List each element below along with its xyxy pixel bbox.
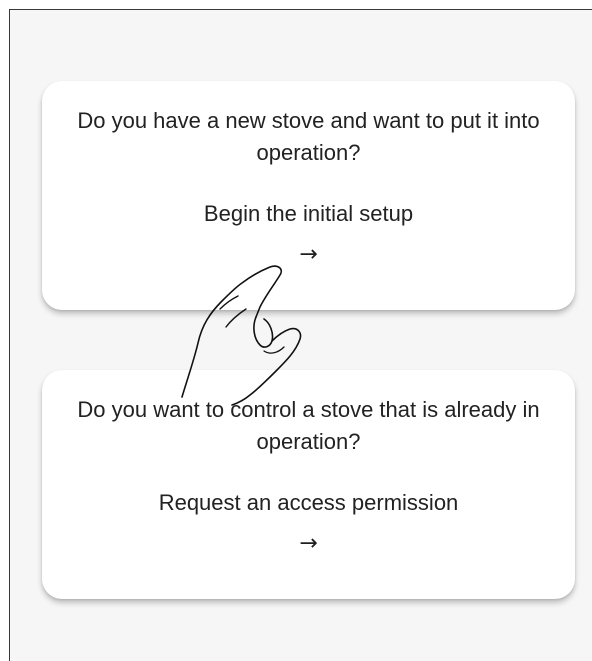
begin-initial-setup-label: Begin the initial setup	[203, 201, 414, 226]
access-permission-card[interactable]: Do you want to control a stove that is a…	[42, 370, 575, 599]
new-stove-question: Do you have a new stove and want to put …	[77, 108, 540, 165]
arrow-right-icon[interactable]: →	[42, 530, 575, 558]
request-access-permission-label: Request an access permission	[158, 490, 459, 515]
screen-frame: Do you have a new stove and want to put …	[9, 9, 592, 661]
initial-setup-card[interactable]: Do you have a new stove and want to put …	[42, 81, 575, 310]
existing-stove-question: Do you want to control a stove that is a…	[77, 397, 540, 454]
arrow-right-icon[interactable]: →	[42, 241, 575, 269]
